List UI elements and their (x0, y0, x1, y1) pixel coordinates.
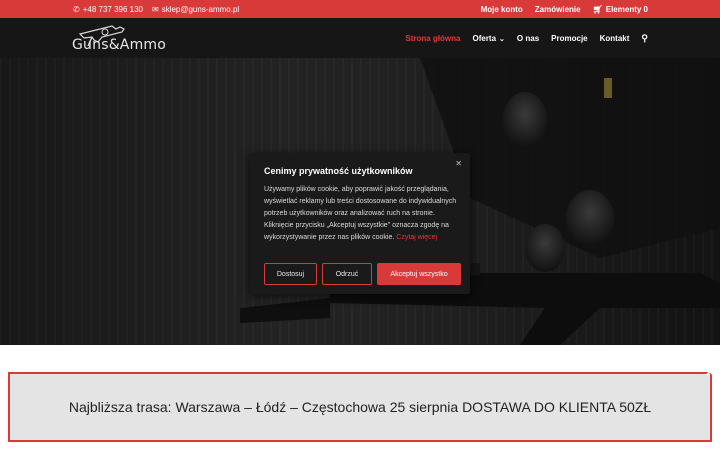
accept-all-button[interactable]: Akceptuj wszystko (377, 263, 461, 285)
nav-contact[interactable]: Kontakt (600, 34, 630, 43)
logo-text[interactable]: Guns&Ammo (72, 37, 166, 53)
phone-number: +48 737 396 130 (82, 5, 143, 14)
nav-offer-label: Oferta (472, 34, 497, 43)
cart-link[interactable]: 🛒︎ Elementy 0 (593, 5, 648, 14)
envelope-icon: ✉ (151, 4, 159, 14)
delivery-notice-bar: Najbliższa trasa: Warszawa – Łódź – Częs… (8, 372, 712, 442)
cart-label: Elementy 0 (605, 5, 648, 14)
cookie-body: Używamy plików cookie, aby poprawić jako… (264, 184, 460, 244)
main-nav: Strona główna Oferta ⌄ O nas Promocje Kon… (405, 33, 648, 44)
phone-link[interactable]: ✆ +48 737 396 130 (73, 5, 143, 14)
chevron-down-icon: ⌄ (499, 36, 505, 43)
email-link[interactable]: ✉ sklep@guns-ammo.pl (152, 5, 239, 14)
nav-about[interactable]: O nas (517, 34, 539, 43)
reject-button[interactable]: Odrzuć (322, 263, 372, 285)
site-header: Guns&Ammo Strona główna Oferta ⌄ O nas Pr… (0, 18, 720, 58)
cart-icon: 🛒︎ (592, 4, 603, 14)
nav-home[interactable]: Strona główna (405, 34, 460, 43)
customize-button[interactable]: Dostosuj (264, 263, 317, 285)
account-link[interactable]: Moje konto (481, 5, 523, 14)
close-icon[interactable]: ✕ (455, 159, 462, 168)
nav-offer[interactable]: Oferta ⌄ (472, 34, 504, 43)
nav-promo[interactable]: Promocje (551, 34, 587, 43)
close-icon[interactable]: ✕ (704, 366, 716, 378)
search-icon[interactable]: ⚲ (641, 33, 648, 44)
read-more-link[interactable]: Czytaj więcej (396, 234, 437, 241)
cookie-text: Używamy plików cookie, aby poprawić jako… (264, 186, 457, 241)
cookie-title: Cenimy prywatność użytkowników (264, 166, 413, 176)
phone-icon: ✆ (73, 4, 80, 14)
cookie-consent-dialog: ✕ Cenimy prywatność użytkowników Używamy… (250, 153, 470, 294)
cookie-buttons: Dostosuj Odrzuć Akceptuj wszystko (264, 263, 461, 285)
notice-text: Najbliższa trasa: Warszawa – Łódź – Częs… (68, 399, 652, 415)
orders-link[interactable]: Zamówienie (535, 5, 581, 14)
email-address: sklep@guns-ammo.pl (161, 5, 240, 14)
top-bar: ✆ +48 737 396 130 ✉ sklep@guns-ammo.pl M… (0, 0, 720, 18)
